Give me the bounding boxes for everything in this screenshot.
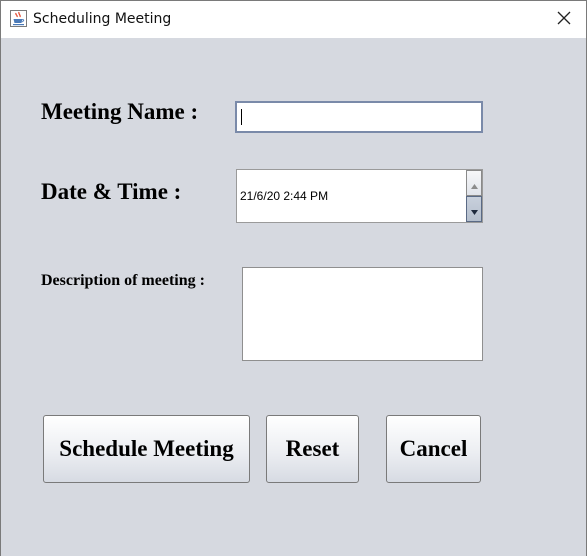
date-time-spinner[interactable]: 21/6/20 2:44 PM xyxy=(236,169,483,223)
meeting-name-label: Meeting Name : xyxy=(41,99,199,124)
scheduling-meeting-window: Scheduling Meeting Meeting Name : Date &… xyxy=(0,0,587,556)
schedule-meeting-button[interactable]: Schedule Meeting xyxy=(43,415,250,483)
spinner-down-button[interactable] xyxy=(466,196,482,222)
meeting-name-input[interactable] xyxy=(235,101,483,133)
close-button[interactable] xyxy=(542,1,586,38)
reset-button[interactable]: Reset xyxy=(266,415,359,483)
date-time-label: Date & Time : xyxy=(41,179,182,204)
triangle-down-icon xyxy=(470,200,478,219)
text-caret xyxy=(241,109,242,125)
description-label: Description of meeting : xyxy=(41,272,205,289)
cancel-button[interactable]: Cancel xyxy=(386,415,481,483)
java-cup-icon xyxy=(10,10,27,27)
window-title: Scheduling Meeting xyxy=(33,11,172,27)
date-time-value[interactable]: 21/6/20 2:44 PM xyxy=(240,189,328,203)
title-bar: Scheduling Meeting xyxy=(1,1,586,38)
triangle-up-icon xyxy=(470,174,478,193)
spinner-up-button[interactable] xyxy=(466,170,482,196)
close-icon xyxy=(557,10,571,29)
description-textarea[interactable] xyxy=(242,267,483,361)
